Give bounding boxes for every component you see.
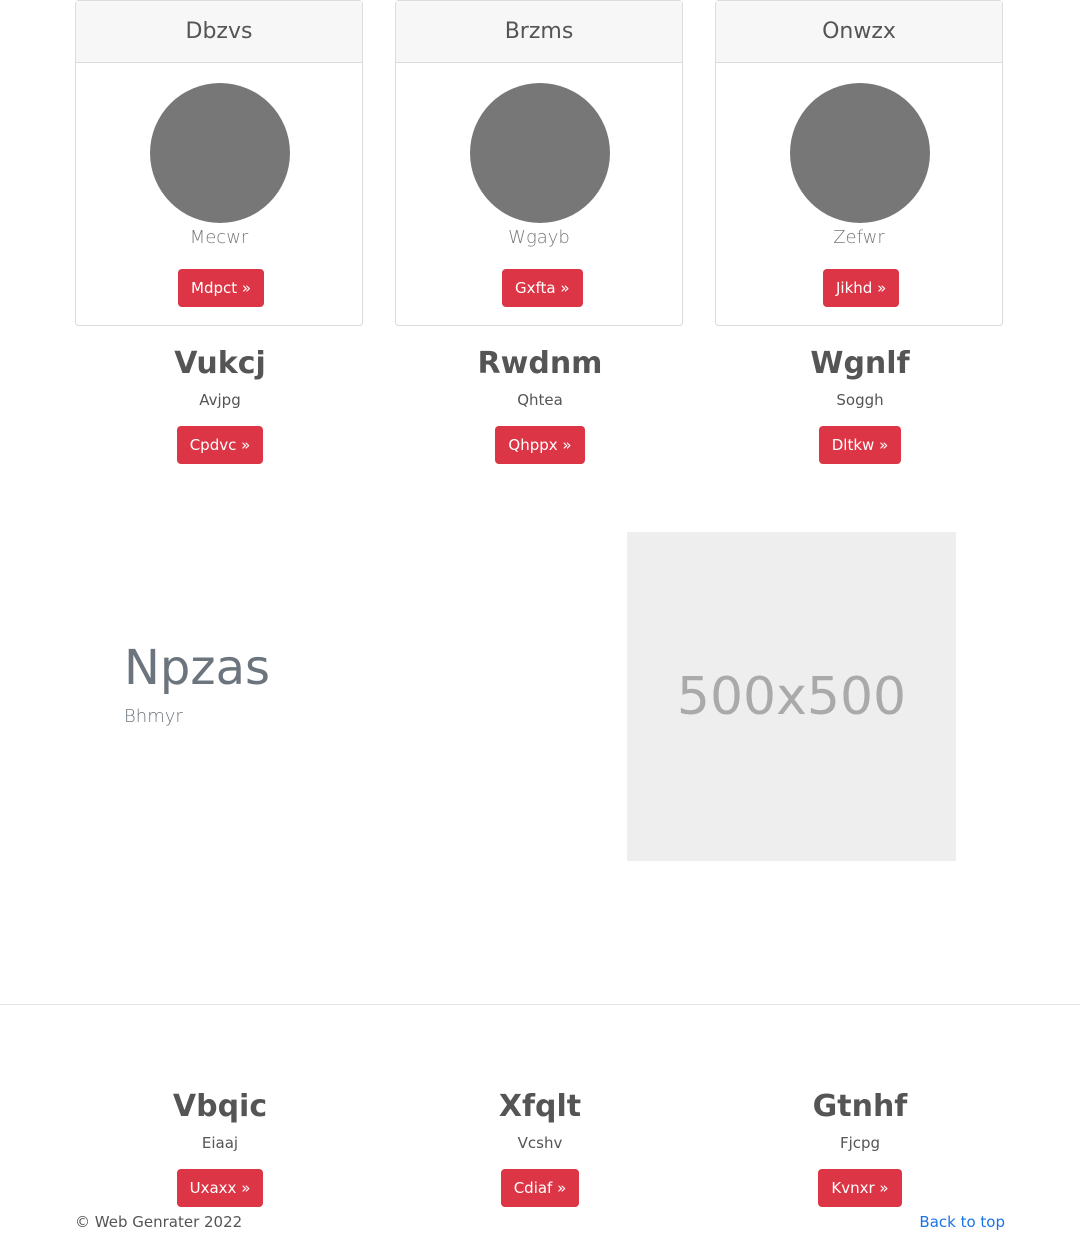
column-title: Wgnlf: [810, 346, 910, 381]
card-name: Wgayb: [508, 227, 570, 248]
column-button[interactable]: Kvnxr »: [818, 1169, 902, 1207]
column-text: Soggh: [836, 391, 884, 409]
card-name: Zefwr: [833, 227, 885, 248]
feature-subtitle: Bhmyr: [124, 706, 183, 727]
back-to-top-link[interactable]: Back to top: [919, 1213, 1005, 1231]
column-button[interactable]: Cpdvc »: [176, 426, 264, 464]
avatar: [470, 83, 610, 223]
column-text: Qhtea: [517, 391, 563, 409]
card-button[interactable]: Mdpct »: [178, 269, 265, 307]
column-title: Rwdnm: [477, 346, 603, 381]
column-button[interactable]: Uxaxx »: [176, 1169, 264, 1207]
divider: [0, 1004, 1080, 1005]
column-text: Avjpg: [199, 391, 241, 409]
bottom-column-1: Vbqic Eiaaj Uxaxx »: [76, 1089, 364, 1207]
card-1: Dbzvs Mecwr Mdpct »: [75, 0, 363, 326]
column-text: Fjcpg: [839, 1134, 881, 1152]
avatar: [150, 83, 290, 223]
column-title: Gtnhf: [812, 1089, 908, 1124]
card-header: Onwzx: [716, 1, 1002, 63]
card-3: Onwzx Zefwr Jikhd »: [715, 0, 1003, 326]
feature-title: Npzas: [124, 640, 270, 696]
column-2: Rwdnm Qhtea Qhppx »: [396, 346, 684, 464]
column-text: Eiaaj: [201, 1134, 239, 1152]
card-button[interactable]: Gxfta »: [502, 269, 583, 307]
avatar: [790, 83, 930, 223]
card-header: Brzms: [396, 1, 682, 63]
column-title: Xfqlt: [498, 1089, 582, 1124]
card-name: Mecwr: [189, 227, 249, 248]
column-1: Vukcj Avjpg Cpdvc »: [76, 346, 364, 464]
card-header: Dbzvs: [76, 1, 362, 63]
card-2: Brzms Wgayb Gxfta »: [395, 0, 683, 326]
card-button[interactable]: Jikhd »: [823, 269, 900, 307]
placeholder-image: 500x500: [627, 532, 956, 861]
bottom-column-2: Xfqlt Vcshv Cdiaf »: [396, 1089, 684, 1207]
column-button[interactable]: Cdiaf »: [500, 1169, 580, 1207]
column-title: Vukcj: [174, 346, 266, 381]
column-3: Wgnlf Soggh Dltkw »: [716, 346, 1004, 464]
column-button[interactable]: Dltkw »: [818, 426, 902, 464]
footer-copyright: © Web Genrater 2022: [75, 1213, 243, 1231]
column-title: Vbqic: [172, 1089, 268, 1124]
column-button[interactable]: Qhppx »: [495, 426, 585, 464]
bottom-column-3: Gtnhf Fjcpg Kvnxr »: [716, 1089, 1004, 1207]
column-text: Vcshv: [517, 1134, 563, 1152]
